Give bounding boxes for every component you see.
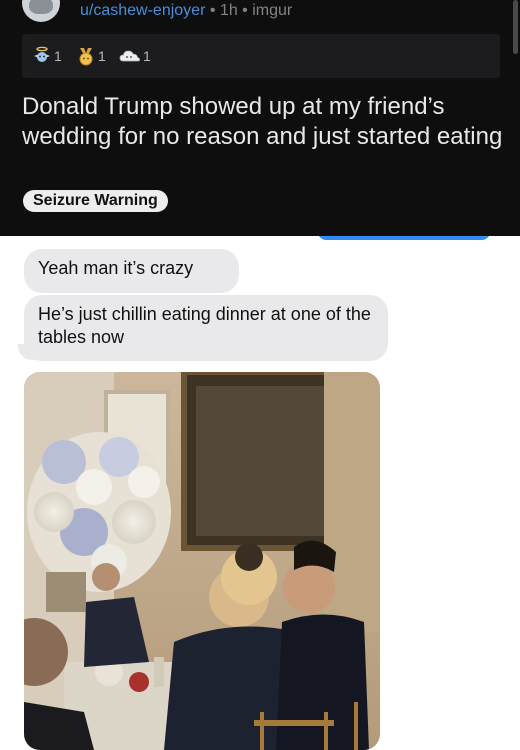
angel-award-icon: [34, 46, 50, 62]
post-flair[interactable]: Seizure Warning: [23, 190, 168, 212]
post-source[interactable]: imgur: [252, 2, 292, 19]
avatar-face: [29, 0, 53, 14]
award-gold[interactable]: 1: [76, 45, 106, 67]
scrollbar[interactable]: [513, 0, 518, 54]
meta-separator: •: [242, 2, 248, 19]
received-message: Yeah man it’s crazy: [24, 249, 239, 293]
award-count: 1: [54, 48, 62, 64]
awards-bar[interactable]: 1 1 1: [22, 34, 500, 78]
sent-bubble-partial: [318, 236, 490, 240]
username-link[interactable]: u/cashew-enjoyer: [80, 2, 205, 19]
meta-separator: •: [209, 2, 216, 19]
gold-medal-award-icon: [79, 48, 93, 66]
photo-scene: [24, 372, 380, 750]
message-thread: Yeah man it’s crazy He’s just chillin ea…: [0, 236, 520, 750]
award-angel[interactable]: 1: [32, 45, 62, 67]
post-meta: u/cashew-enjoyer • 1h • imgur: [80, 2, 292, 20]
award-count: 1: [98, 48, 106, 64]
post-title[interactable]: Donald Trump showed up at my friend’s we…: [22, 92, 510, 152]
award-cloud[interactable]: 1: [119, 45, 151, 67]
dinner-photo[interactable]: [24, 372, 380, 750]
cloud-award-icon: [119, 50, 140, 62]
painting-canvas: [196, 386, 328, 536]
post-header: u/cashew-enjoyer • 1h • imgur 1 1 1 Dona…: [0, 0, 520, 236]
post-age: 1h: [219, 2, 238, 19]
user-avatar[interactable]: [22, 0, 60, 22]
award-count: 1: [143, 48, 151, 64]
received-message: He’s just chillin eating dinner at one o…: [24, 295, 388, 361]
